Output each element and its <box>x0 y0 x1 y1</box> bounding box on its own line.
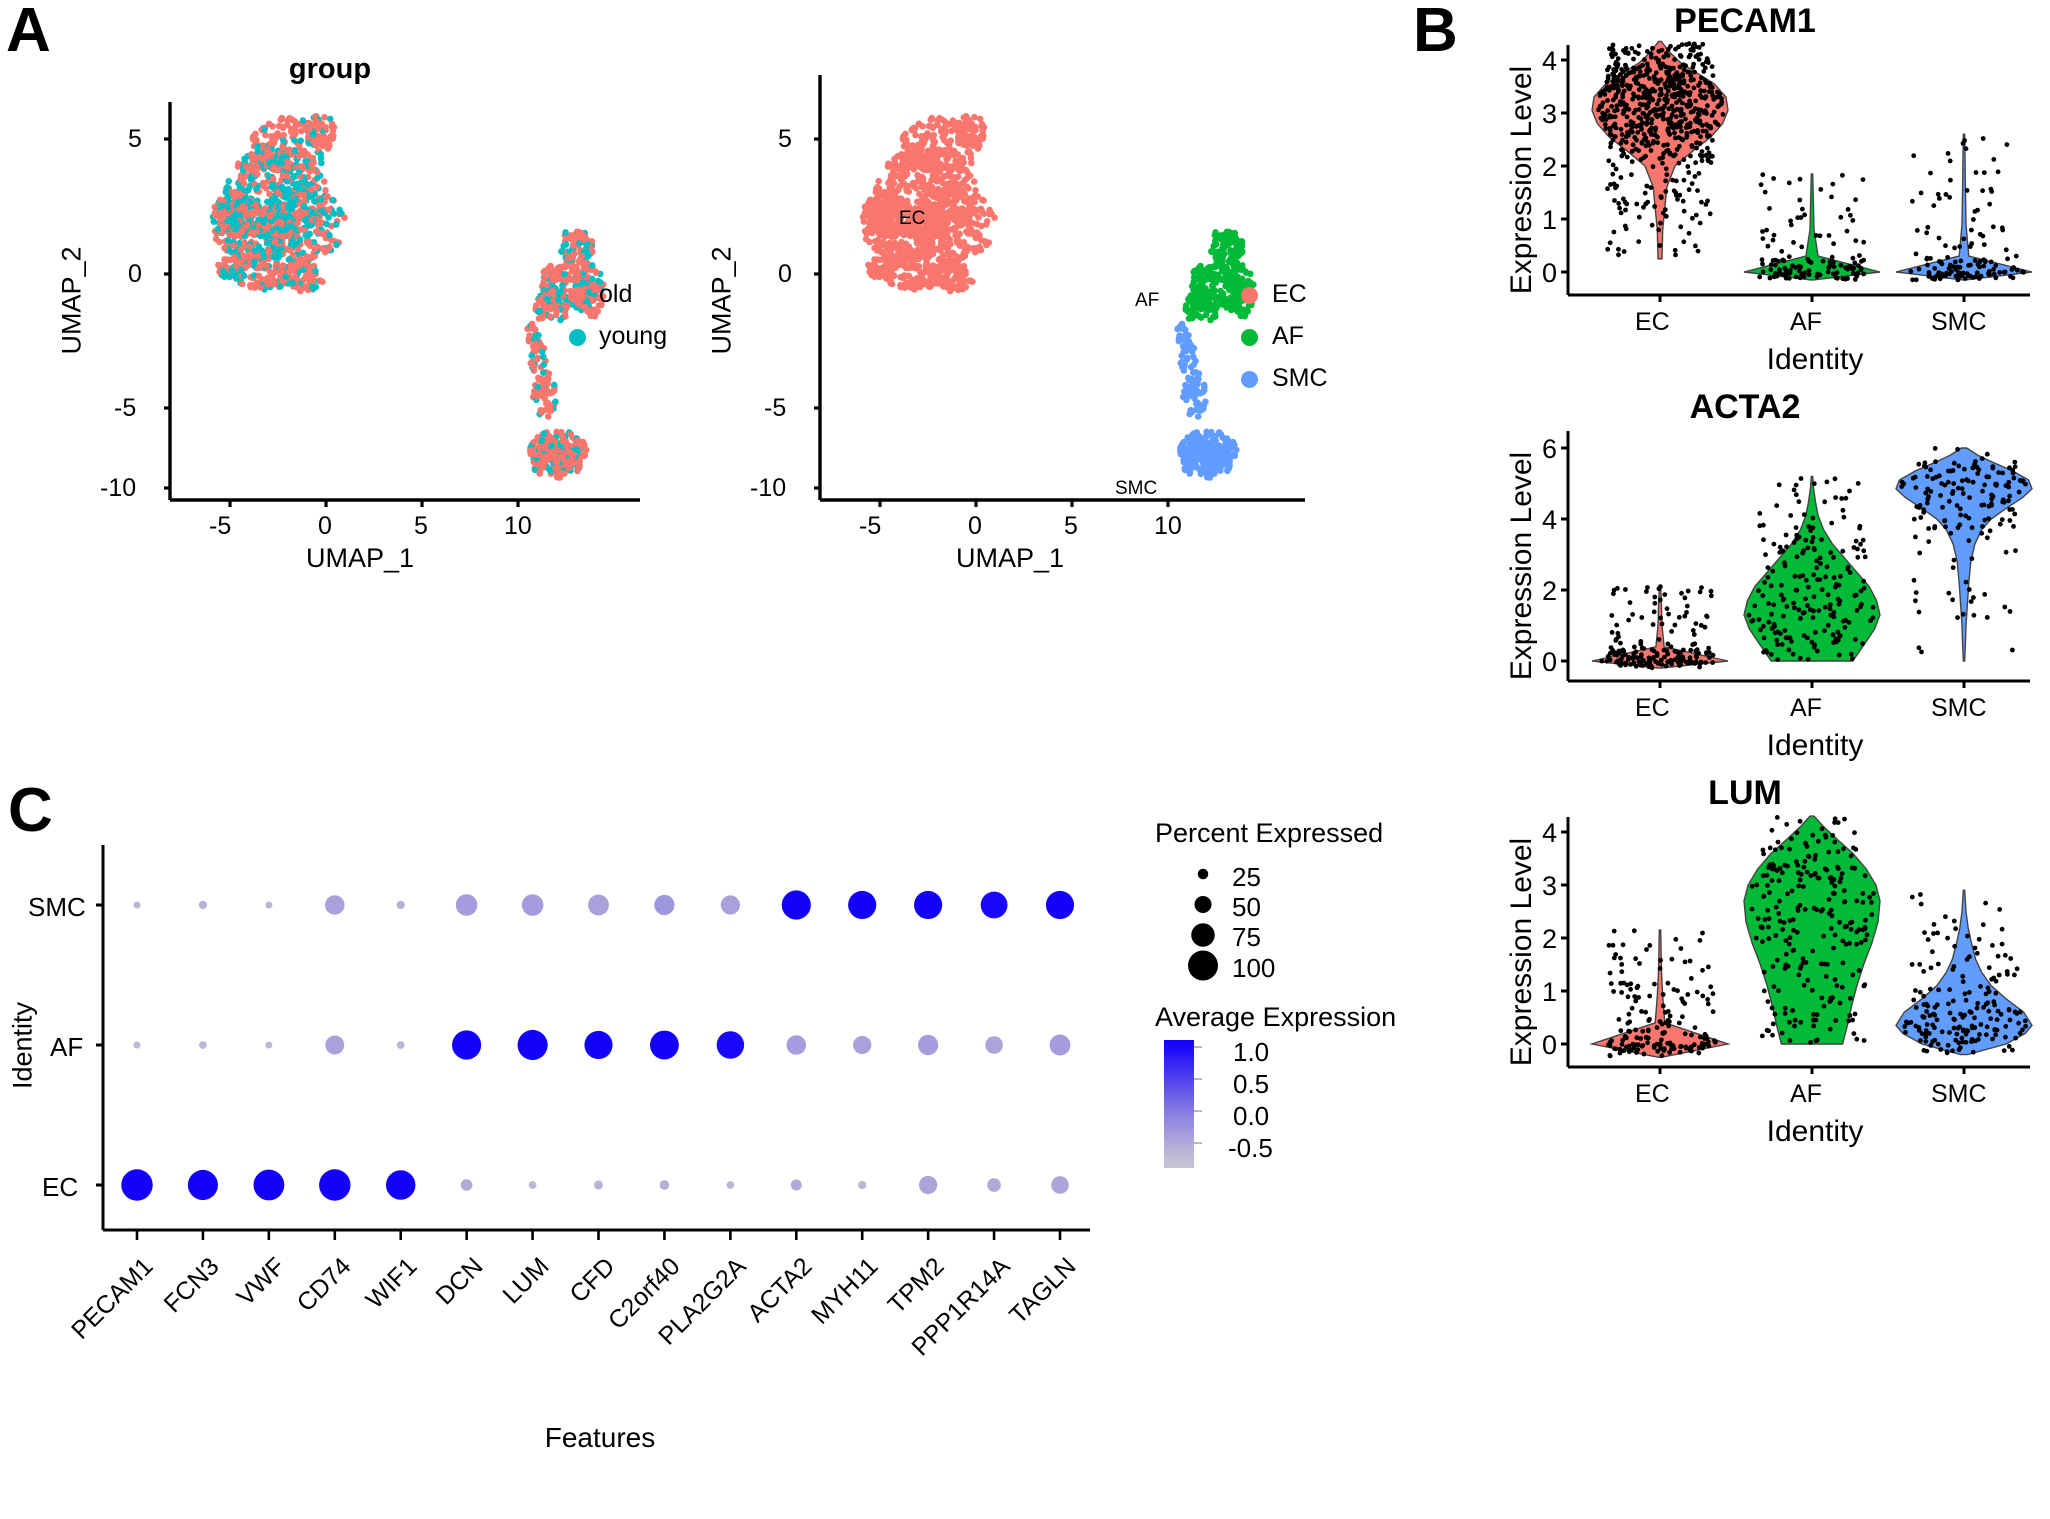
violin0-ytick-2: 2 <box>1542 152 1558 182</box>
dotplot-xlabel: Features <box>544 1422 656 1453</box>
violin-plot-acta2: ACTA2 0 2 4 6 Expression Level EC AF SMC… <box>1430 386 2050 776</box>
dotplot-ytick-ec: EC <box>42 1172 79 1202</box>
violin0-ytick-4: 4 <box>1542 46 1558 76</box>
dotplot-ytick-af: AF <box>50 1032 84 1062</box>
dotplot-color-legend-value-05: 0.5 <box>1233 1069 1270 1099</box>
umap-identity-ylabel: UMAP_2 <box>706 246 737 355</box>
umap-group-plot: group 5 0 -5 -10 -5 0 5 10 UMAP_1 UMAP_2… <box>40 30 680 573</box>
violin2-ytick-3: 3 <box>1542 871 1558 901</box>
umap-group-legend-dot-young <box>569 329 586 346</box>
violin2-ylabel: Expression Level <box>1505 837 1538 1067</box>
violin-plot-lum: LUM 0 1 2 3 4 Expression Level EC AF SMC… <box>1430 772 2050 1172</box>
umap-cluster-label-ec: EC <box>899 208 926 229</box>
dotplot-color-legend-value-1: 1.0 <box>1233 1037 1270 1067</box>
umap-identity-legend-label-smc: SMC <box>1272 364 1328 392</box>
umap-identity-legend-label-ec: EC <box>1272 280 1307 308</box>
violin2-xtick-smc: SMC <box>1931 1080 1987 1108</box>
umap-cluster-label-smc: SMC <box>1115 478 1158 499</box>
umap-identity-xtick-0: -5 <box>859 512 882 540</box>
violin0-xtick-ec: EC <box>1635 308 1670 336</box>
violin1-ytick-3: 6 <box>1542 434 1558 464</box>
umap-identity-legend-label-af: AF <box>1272 322 1304 350</box>
violin1-xlabel: Identity <box>1766 729 1864 762</box>
umap-cluster-label-af: AF <box>1135 290 1160 311</box>
umap-group-ytick-0: 5 <box>128 125 142 153</box>
umap-identity-legend-dot-ec <box>1241 287 1258 304</box>
umap-identity-xtick-2: 5 <box>1064 512 1078 540</box>
umap-group-legend-dot-old <box>569 287 586 304</box>
dotplot-size-legend-value-100: 100 <box>1232 953 1276 983</box>
umap-identity-ytick-2: -5 <box>764 394 787 422</box>
umap-group-xlabel: UMAP_1 <box>305 543 415 573</box>
umap-group-ylabel: UMAP_2 <box>56 246 87 355</box>
dotplot-ylabel: Identity <box>7 1001 38 1090</box>
violin1-ytick-0: 0 <box>1542 647 1558 677</box>
dot-plot: SMC AF EC Identity Features PECAM1 FCN3 VW… <box>0 818 1420 1510</box>
violin1-ylabel: Expression Level <box>1505 451 1538 681</box>
umap-identity-xlabel: UMAP_1 <box>955 543 1065 573</box>
umap-identity-ytick-1: 0 <box>778 260 792 288</box>
dotplot-size-legend-title: Percent Expressed <box>1155 818 1384 848</box>
umap-identity-xtick-3: 10 <box>1154 512 1182 540</box>
violin1-xtick-af: AF <box>1790 694 1822 722</box>
violin2-xlabel: Identity <box>1766 1115 1864 1148</box>
violin2-ytick-4: 4 <box>1542 818 1558 848</box>
violin2-ytick-1: 1 <box>1542 977 1558 1007</box>
umap-identity-legend-dot-af <box>1241 329 1258 346</box>
violin1-xtick-smc: SMC <box>1931 694 1987 722</box>
umap-group-legend-label-old: old <box>599 280 633 308</box>
umap-group-legend-label-young: young <box>599 322 668 350</box>
violin2-xtick-af: AF <box>1790 1080 1822 1108</box>
umap-group-xtick-2: 5 <box>414 512 428 540</box>
violin0-xlabel: Identity <box>1766 343 1864 376</box>
violin0-ytick-3: 3 <box>1542 99 1558 129</box>
umap-identity-plot: 5 0 -5 -10 -5 0 5 10 UMAP_1 UMAP_2 EC AF… <box>690 30 1350 573</box>
violin0-xtick-smc: SMC <box>1931 308 1987 336</box>
umap-group-xtick-0: -5 <box>209 512 232 540</box>
umap-identity-ytick-3: -10 <box>750 474 787 502</box>
umap-group-xtick-1: 0 <box>318 512 332 540</box>
umap-identity-legend-dot-smc <box>1241 371 1258 388</box>
violin0-ytick-0: 0 <box>1542 258 1558 288</box>
umap-group-ytick-3: -10 <box>100 474 137 502</box>
violin2-xtick-ec: EC <box>1635 1080 1670 1108</box>
violin2-ytick-0: 0 <box>1542 1030 1558 1060</box>
umap-group-xtick-3: 10 <box>504 512 532 540</box>
dotplot-color-legend-value-00: 0.0 <box>1233 1101 1270 1131</box>
dotplot-color-legend-title: Average Expression <box>1155 1002 1397 1032</box>
violin1-xtick-ec: EC <box>1635 694 1670 722</box>
umap-group-ytick-2: -5 <box>114 394 137 422</box>
dotplot-color-legend-value-neg05: -0.5 <box>1228 1133 1273 1163</box>
dotplot-size-legend-value-25: 25 <box>1232 862 1261 892</box>
violin1-ytick-1: 2 <box>1542 576 1558 606</box>
umap-group-ytick-1: 0 <box>128 260 142 288</box>
dotplot-ytick-smc: SMC <box>28 892 86 922</box>
panel-c-letter: C <box>8 776 53 845</box>
dotplot-size-legend-value-50: 50 <box>1232 892 1261 922</box>
umap-identity-xtick-1: 0 <box>968 512 982 540</box>
violin2-ytick-2: 2 <box>1542 924 1558 954</box>
violin1-ytick-2: 4 <box>1542 505 1558 535</box>
umap-identity-ytick-0: 5 <box>778 125 792 153</box>
violin-plot-pecam1: PECAM1 0 1 2 3 4 Expression Level EC AF … <box>1430 0 2050 390</box>
violin0-ytick-1: 1 <box>1542 205 1558 235</box>
dotplot-size-legend-value-75: 75 <box>1232 922 1261 952</box>
violin0-ylabel: Expression Level <box>1505 65 1538 295</box>
violin0-xtick-af: AF <box>1790 308 1822 336</box>
